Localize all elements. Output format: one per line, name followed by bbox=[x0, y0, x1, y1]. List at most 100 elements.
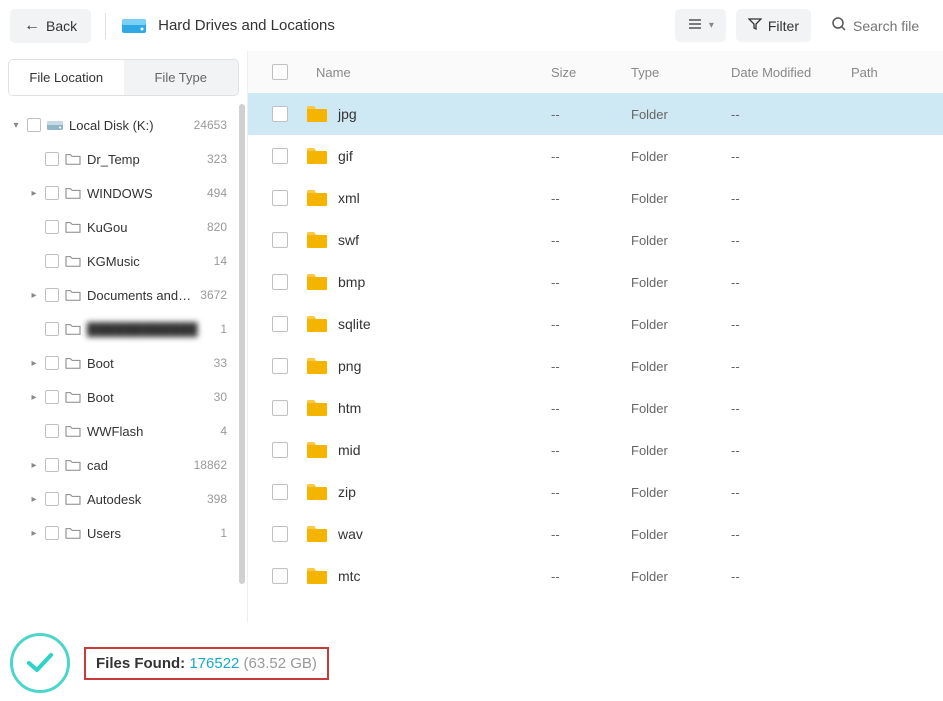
view-options-button[interactable]: ▾ bbox=[675, 9, 726, 42]
tree-checkbox[interactable] bbox=[45, 424, 59, 438]
tree-item[interactable]: ▾Local Disk (K:)24653 bbox=[0, 108, 247, 142]
folder-outline-icon bbox=[64, 219, 82, 235]
search-input[interactable] bbox=[853, 18, 923, 34]
folder-icon bbox=[306, 399, 328, 417]
folder-outline-icon bbox=[64, 525, 82, 541]
tab-file-type[interactable]: File Type bbox=[124, 60, 239, 95]
row-type: Folder bbox=[631, 359, 731, 374]
header-path[interactable]: Path bbox=[851, 65, 931, 80]
tree-checkbox[interactable] bbox=[45, 390, 59, 404]
table-row[interactable]: xml--Folder-- bbox=[248, 177, 943, 219]
table-row[interactable]: zip --Folder-- bbox=[248, 471, 943, 513]
tree-checkbox[interactable] bbox=[45, 288, 59, 302]
row-checkbox[interactable] bbox=[272, 190, 288, 206]
tree-item-count: 30 bbox=[214, 390, 239, 404]
select-all-checkbox[interactable] bbox=[272, 64, 288, 80]
tree-item[interactable]: ▸Boot33 bbox=[0, 346, 247, 380]
tree-scrollbar[interactable] bbox=[239, 104, 245, 584]
row-type: Folder bbox=[631, 485, 731, 500]
tree-item[interactable]: ▸Documents and Set...3672 bbox=[0, 278, 247, 312]
tree-item[interactable]: ████████████1 bbox=[0, 312, 247, 346]
tree-caret-icon[interactable]: ▸ bbox=[28, 391, 40, 403]
tree-caret-icon[interactable]: ▸ bbox=[28, 493, 40, 505]
files-found-size: (63.52 GB) bbox=[239, 655, 317, 672]
table-row[interactable]: mtc--Folder-- bbox=[248, 555, 943, 597]
row-checkbox[interactable] bbox=[272, 106, 288, 122]
row-checkbox[interactable] bbox=[272, 274, 288, 290]
tree-item[interactable]: ▸Boot30 bbox=[0, 380, 247, 414]
row-type: Folder bbox=[631, 443, 731, 458]
tree-checkbox[interactable] bbox=[45, 152, 59, 166]
tree-checkbox[interactable] bbox=[45, 356, 59, 370]
row-checkbox[interactable] bbox=[272, 232, 288, 248]
table-row[interactable]: png--Folder-- bbox=[248, 345, 943, 387]
tree-item[interactable]: ▸Autodesk398 bbox=[0, 482, 247, 516]
row-checkbox[interactable] bbox=[272, 526, 288, 542]
row-size: -- bbox=[551, 443, 631, 458]
header-date[interactable]: Date Modified bbox=[731, 65, 851, 80]
tree-caret-icon[interactable]: ▸ bbox=[28, 459, 40, 471]
tree-checkbox[interactable] bbox=[45, 254, 59, 268]
table-row[interactable]: gif--Folder-- bbox=[248, 135, 943, 177]
row-checkbox[interactable] bbox=[272, 484, 288, 500]
tree-item[interactable]: ▸cad18862 bbox=[0, 448, 247, 482]
row-checkbox[interactable] bbox=[272, 400, 288, 416]
tree-caret-icon[interactable]: ▸ bbox=[28, 357, 40, 369]
tree-item[interactable]: Dr_Temp323 bbox=[0, 142, 247, 176]
back-button[interactable]: ← Back bbox=[10, 9, 91, 43]
tree-checkbox[interactable] bbox=[45, 220, 59, 234]
folder-icon bbox=[306, 357, 328, 375]
row-checkbox[interactable] bbox=[272, 358, 288, 374]
tab-file-location[interactable]: File Location bbox=[9, 60, 124, 95]
table-row[interactable]: jpg--Folder-- bbox=[248, 93, 943, 135]
tree-caret-icon[interactable]: ▸ bbox=[28, 527, 40, 539]
tree-caret-icon[interactable]: ▸ bbox=[28, 187, 40, 199]
table-row[interactable]: bmp--Folder-- bbox=[248, 261, 943, 303]
row-checkbox[interactable] bbox=[272, 442, 288, 458]
row-name: zip bbox=[338, 484, 356, 500]
folder-icon bbox=[306, 441, 328, 459]
header-type[interactable]: Type bbox=[631, 65, 731, 80]
tree-checkbox[interactable] bbox=[45, 186, 59, 200]
row-name: gif bbox=[338, 148, 353, 164]
tree-item-label: cad bbox=[87, 458, 185, 473]
tree-checkbox[interactable] bbox=[27, 118, 41, 132]
search-box[interactable] bbox=[821, 8, 933, 43]
header-name[interactable]: Name bbox=[300, 65, 551, 80]
row-date: -- bbox=[731, 485, 851, 500]
divider bbox=[105, 13, 106, 39]
table-row[interactable]: mid--Folder-- bbox=[248, 429, 943, 471]
tree-caret-icon[interactable]: ▾ bbox=[10, 119, 22, 131]
tree-item[interactable]: ▸Users1 bbox=[0, 516, 247, 550]
header-size[interactable]: Size bbox=[551, 65, 631, 80]
tree-item-count: 4 bbox=[220, 424, 239, 438]
table-row[interactable]: htm--Folder-- bbox=[248, 387, 943, 429]
tree-checkbox[interactable] bbox=[45, 526, 59, 540]
filter-button[interactable]: Filter bbox=[736, 9, 811, 42]
row-date: -- bbox=[731, 443, 851, 458]
tree-item[interactable]: KuGou820 bbox=[0, 210, 247, 244]
row-size: -- bbox=[551, 107, 631, 122]
row-size: -- bbox=[551, 485, 631, 500]
tree-checkbox[interactable] bbox=[45, 492, 59, 506]
table-row[interactable]: sqlite--Folder-- bbox=[248, 303, 943, 345]
row-checkbox[interactable] bbox=[272, 568, 288, 584]
tree-checkbox[interactable] bbox=[45, 322, 59, 336]
table-header: Name Size Type Date Modified Path bbox=[248, 51, 943, 93]
tree-item[interactable]: KGMusic14 bbox=[0, 244, 247, 278]
tree-checkbox[interactable] bbox=[45, 458, 59, 472]
footer: Files Found: 176522 (63.52 GB) bbox=[0, 623, 943, 701]
row-type: Folder bbox=[631, 149, 731, 164]
tree-caret-icon[interactable]: ▸ bbox=[28, 289, 40, 301]
filter-icon bbox=[748, 17, 762, 34]
row-checkbox[interactable] bbox=[272, 316, 288, 332]
row-checkbox[interactable] bbox=[272, 148, 288, 164]
table-row[interactable]: wav--Folder-- bbox=[248, 513, 943, 555]
tree-item-label: ████████████ bbox=[87, 322, 211, 337]
tree-item[interactable]: ▸WINDOWS494 bbox=[0, 176, 247, 210]
table-row[interactable]: swf--Folder-- bbox=[248, 219, 943, 261]
tree-item[interactable]: WWFlash4 bbox=[0, 414, 247, 448]
tree-item-count: 820 bbox=[207, 220, 239, 234]
sidebar-tabs: File Location File Type bbox=[8, 59, 239, 96]
row-size: -- bbox=[551, 527, 631, 542]
